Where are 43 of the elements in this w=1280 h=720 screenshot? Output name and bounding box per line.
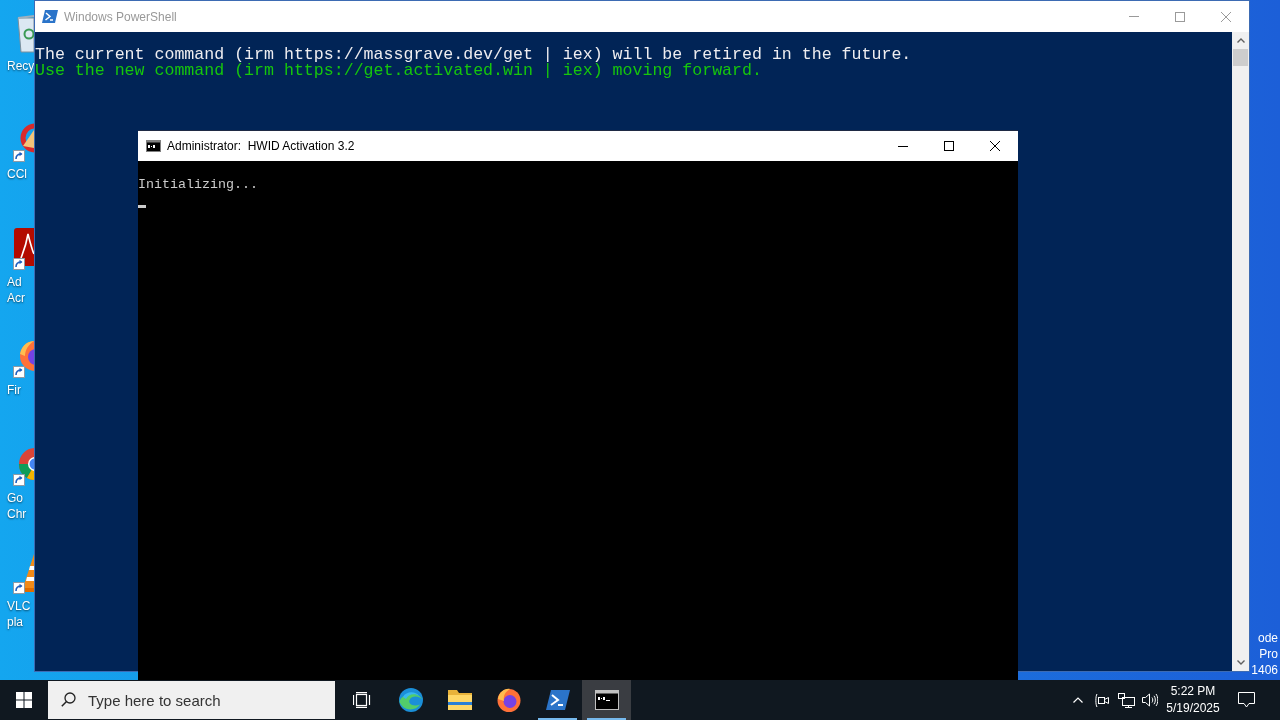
speech-bubble-icon [1237, 692, 1255, 708]
edition-text: 1406 [1251, 662, 1278, 678]
maximize-icon [1175, 11, 1185, 22]
clock-button[interactable]: 5:22 PM 5/19/2025 [1162, 680, 1224, 720]
swirl-icon [398, 688, 423, 712]
desktop-icon-label: VLC pla [6, 598, 32, 630]
scroll-thumb[interactable] [1233, 49, 1248, 66]
console-window-icon [146, 140, 161, 152]
window-title: Windows PowerShell [64, 8, 177, 26]
speaker-icon [1142, 693, 1158, 707]
caret-up-icon [1236, 38, 1245, 43]
console-line: The current command (irm https://massgrave.dev/get | iex) will be retired in the future. [35, 47, 912, 63]
windows-logo-icon [16, 692, 32, 708]
desktop-icon-label: Fir [6, 382, 22, 398]
console-line: Use the new command (irm https://get.activated.win | iex) moving forward. [35, 63, 762, 79]
minimize-icon [1129, 16, 1139, 17]
maximize-icon [944, 141, 954, 151]
desktop-icon-label: Ad Acr [6, 274, 26, 306]
task-view-icon [352, 692, 371, 708]
video-camera-icon [1094, 692, 1110, 708]
shell-prompt-icon [545, 690, 570, 710]
search-icon [61, 692, 76, 707]
folder-icon [447, 690, 472, 710]
desktop-icon-label: CCl [6, 166, 28, 182]
curve-tile-app-icon[interactable] [13, 228, 34, 272]
close-icon [1221, 11, 1231, 22]
minimize-icon [898, 145, 908, 147]
taskbar-app-button[interactable] [582, 680, 631, 720]
edition-text: Pro [1259, 646, 1278, 662]
search-field[interactable]: Type here to search [48, 681, 335, 719]
edition-text: ode [1257, 630, 1278, 646]
scrollbar[interactable] [1232, 32, 1249, 671]
window-title: Administrator: HWID Activation 3.2 [167, 138, 355, 155]
console-line: Initializing... [138, 177, 258, 193]
caret-up-icon [1073, 697, 1083, 703]
caret-down-icon [1236, 660, 1245, 665]
shell-prompt-icon [42, 10, 58, 23]
desktop-icon-label: Recy [6, 58, 34, 74]
flame-circle-icon [496, 688, 521, 712]
console-window-icon [594, 690, 619, 710]
network-icon [1117, 692, 1135, 708]
desktop-icon-label: Go Chr [6, 490, 28, 522]
close-icon [990, 141, 1000, 151]
